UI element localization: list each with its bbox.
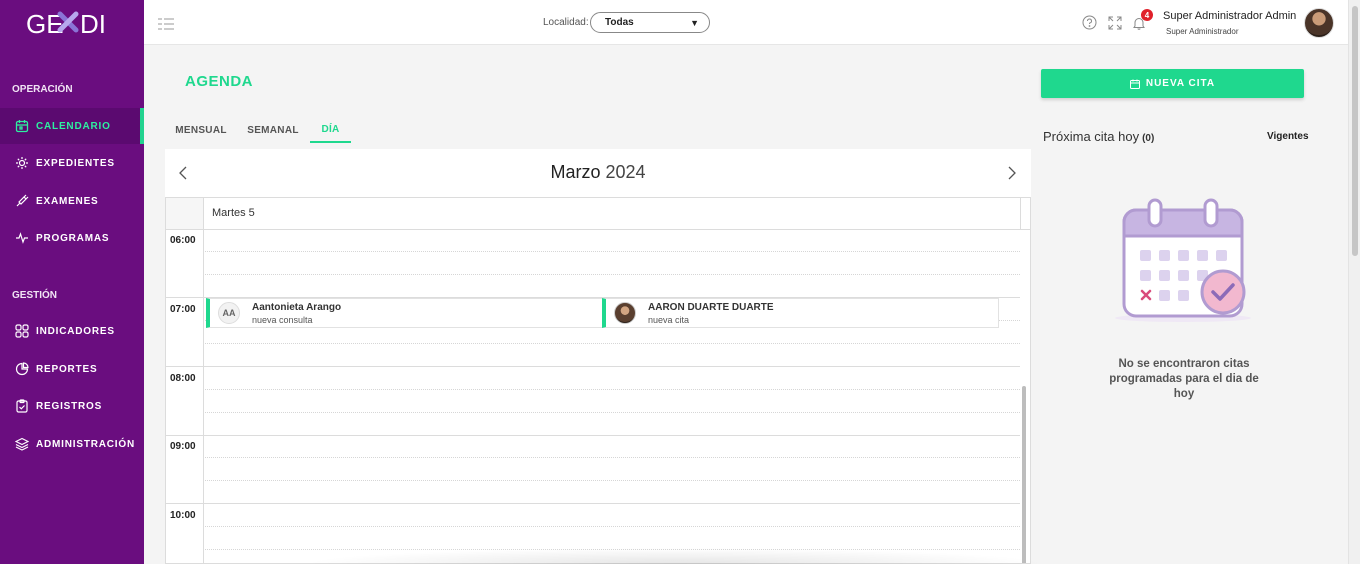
syringe-icon [14, 193, 30, 209]
user-role: Super Administrador [1166, 27, 1239, 36]
location-select[interactable]: Todas ▼ [590, 12, 710, 33]
empty-calendar-illustration [1112, 196, 1254, 324]
grid-scrollbar[interactable] [1022, 386, 1026, 563]
sidebar-item-indicadores[interactable]: INDICADORES [0, 313, 144, 349]
slot-line [205, 457, 1020, 458]
time-gutter-header [166, 198, 204, 229]
next-appointment-count: (0) [1142, 133, 1155, 144]
tab-semanal[interactable]: SEMANAL [240, 117, 306, 143]
tab-mensual[interactable]: MENSUAL [165, 117, 237, 143]
sidebar-item-calendario[interactable]: CALENDARIO [0, 108, 144, 144]
calendar-month-title: Marzo 2024 [165, 162, 1031, 183]
page-scrollbar[interactable] [1348, 0, 1360, 564]
calendar-nav: Marzo 2024 [165, 149, 1031, 197]
new-appointment-button[interactable]: NUEVA CITA [1041, 69, 1304, 98]
sidebar-item-programas[interactable]: PROGRAMAS [0, 220, 144, 256]
location-select-value: Todas [605, 17, 634, 28]
hour-line [166, 366, 1020, 367]
filter-vigentes[interactable]: Vigentes [1267, 131, 1309, 142]
sidebar-item-label: EXAMENES [36, 195, 99, 207]
slot-line [205, 274, 1020, 275]
day-label: Martes 5 [212, 207, 255, 219]
slot-line [205, 480, 1020, 481]
empty-state-message: No se encontraron citas programadas para… [1109, 358, 1259, 400]
clipboard-icon [14, 398, 30, 414]
day-header: Martes 5 [166, 198, 1030, 230]
gear-icon [14, 155, 30, 171]
grid-icon [14, 323, 30, 339]
appointment-type: nueva consulta [252, 315, 313, 325]
appointment-type: nueva cita [648, 315, 690, 325]
hour-label: 09:00 [170, 441, 196, 452]
bottom-shadow [300, 548, 1050, 564]
next-appointment-label: Próxima cita hoy [1043, 129, 1140, 144]
sidebar-item-label: REPORTES [36, 363, 98, 375]
top-header: Localidad: Todas ▼ 4 Super Administrador… [144, 0, 1348, 45]
sidebar-item-examenes[interactable]: EXAMENES [0, 183, 144, 219]
section-operacion: OPERACIÓN [12, 84, 73, 95]
slot-line [205, 526, 1020, 527]
page-title: AGENDA [185, 73, 254, 90]
pie-chart-icon [14, 361, 30, 377]
menu-toggle-icon[interactable] [158, 17, 174, 30]
hour-label: 08:00 [170, 373, 196, 384]
pulse-icon [14, 230, 30, 246]
next-month-button[interactable] [1002, 163, 1022, 183]
calendar-icon [1129, 79, 1140, 89]
page-scrollbar-thumb[interactable] [1352, 6, 1358, 256]
hour-label: 07:00 [170, 304, 196, 315]
sidebar-item-label: CALENDARIO [36, 120, 111, 132]
new-appointment-label: NUEVA CITA [1145, 78, 1216, 89]
calendar-icon [14, 118, 30, 134]
sidebar-item-label: ADMINISTRACIÓN [36, 438, 135, 450]
tab-dia[interactable]: DÍA [310, 117, 351, 143]
next-appointment-title: Próxima cita hoy (0) [1043, 129, 1154, 144]
hour-label: 10:00 [170, 510, 196, 521]
day-grid[interactable]: Martes 5 06:00 07:00 08:00 09:00 10:00 A… [165, 197, 1031, 564]
sidebar-item-label: PROGRAMAS [36, 232, 110, 244]
calendar-month: Marzo [550, 162, 601, 182]
svg-text:DI: DI [80, 9, 106, 39]
scroll-gutter [1020, 198, 1030, 229]
chevron-right-icon [1008, 166, 1016, 180]
sidebar-item-label: EXPEDIENTES [36, 157, 115, 169]
sidebar-item-registros[interactable]: REGISTROS [0, 388, 144, 424]
help-icon[interactable] [1082, 15, 1097, 30]
sidebar-item-label: INDICADORES [36, 325, 115, 337]
sidebar-item-reportes[interactable]: REPORTES [0, 351, 144, 387]
slot-line [205, 389, 1020, 390]
section-gestion: GESTIÓN [12, 290, 58, 301]
patient-name: Aantonieta Arango [252, 302, 342, 313]
sidebar-item-expedientes[interactable]: EXPEDIENTES [0, 145, 144, 181]
user-name[interactable]: Super Administrador Admin [1163, 10, 1296, 22]
layers-icon [14, 436, 30, 452]
calendar-year: 2024 [605, 162, 646, 182]
hour-label: 06:00 [170, 235, 196, 246]
slot-line [205, 412, 1020, 413]
fullscreen-icon[interactable] [1107, 15, 1122, 30]
sidebar-item-administracion[interactable]: ADMINISTRACIÓN [0, 426, 144, 462]
notification-badge: 4 [1141, 9, 1153, 21]
sidebar: GE DI OPERACIÓN CALENDARIO EXPEDIENTES E… [0, 0, 144, 564]
patient-name: AARON DUARTE DUARTE [648, 302, 774, 313]
hour-line [166, 503, 1020, 504]
sidebar-item-label: REGISTROS [36, 400, 103, 412]
location-label: Localidad: [543, 17, 589, 28]
gexdi-logo: GE DI [26, 9, 106, 39]
hour-line [166, 435, 1020, 436]
slot-line [205, 251, 1020, 252]
user-avatar[interactable] [1304, 8, 1334, 38]
calendar-check-icon [1115, 198, 1251, 322]
appointment-event[interactable]: AARON DUARTE DUARTE nueva cita [602, 298, 999, 328]
patient-avatar: AA [218, 302, 240, 324]
appointment-event[interactable]: AA Aantonieta Arango nueva consulta [206, 298, 604, 328]
logo[interactable]: GE DI [0, 0, 144, 48]
patient-avatar [614, 302, 636, 324]
slot-line [205, 343, 1020, 344]
chevron-down-icon: ▼ [690, 18, 699, 28]
